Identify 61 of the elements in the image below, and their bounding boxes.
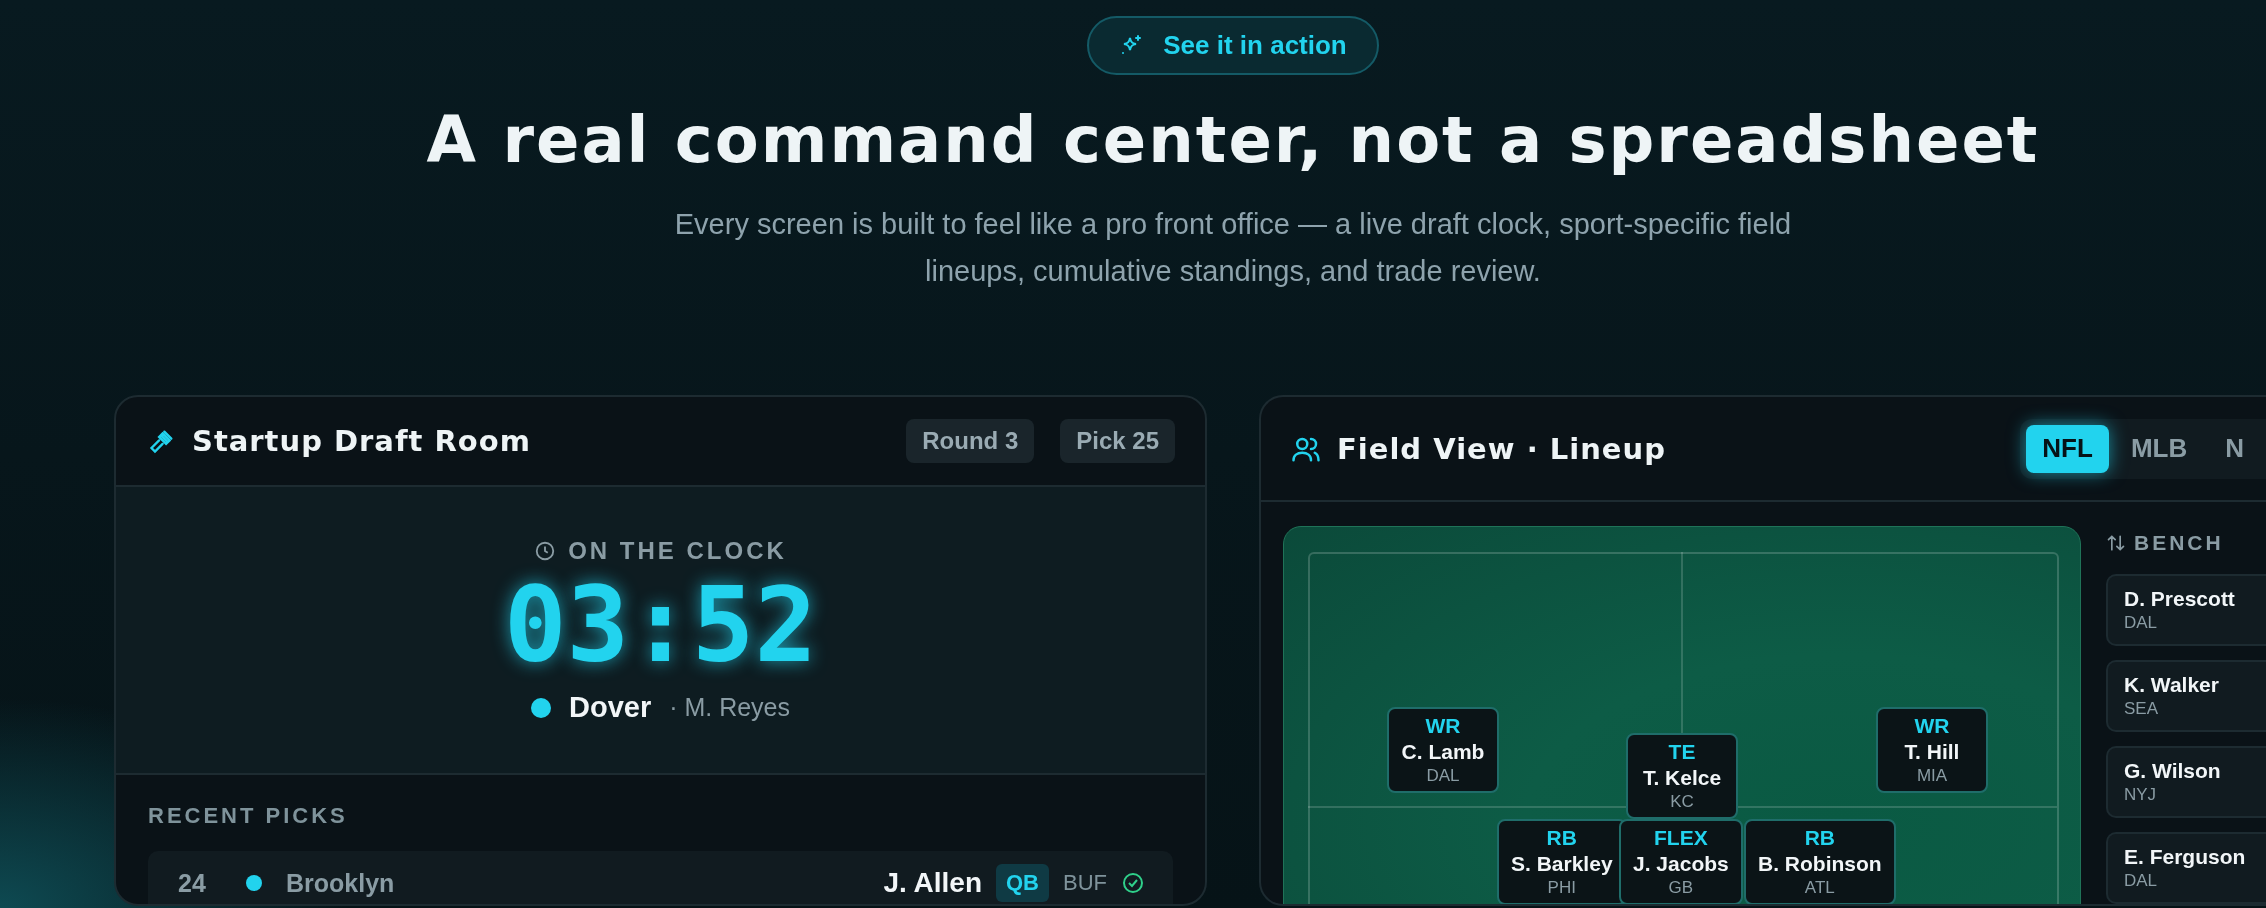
page-subheading: Every screen is built to feel like a pro front office — a live draft clock, sport-specific field lineups, cumulative standings, and trade review. [673,207,1793,290]
player-name: T. Hill [1904,739,1960,766]
position-badge: QB [996,864,1049,903]
team-name: Brooklyn [286,868,395,898]
bench-card[interactable]: K. Walker SEA [2106,660,2266,733]
manager-name: · M. Reyes [669,693,791,723]
draft-chip: Pick 25 [1060,419,1175,464]
player-card[interactable]: FLEX J. Jacobs GB [1619,819,1743,905]
player-name: J. Jacobs [1633,851,1729,878]
team-dot [246,875,262,892]
sport-tab[interactable]: MLB [2114,424,2204,473]
player-name: E. Ferguson [2124,844,2247,871]
see-it-in-action-button[interactable]: See it in action [1087,16,1379,75]
player-name: J. Allen [883,867,982,900]
sort-arrows-icon [2106,533,2126,554]
position-label: RB [1546,825,1577,852]
pro-team: BUF [1063,870,1107,897]
player-card[interactable]: WR C. Lamb DAL [1387,707,1499,794]
check-circle-icon [1121,871,1145,896]
team-name: Dover [568,691,652,725]
team-abbr: DAL [2124,870,2159,893]
player-name: G. Wilson [2124,758,2222,785]
team-dot [530,697,551,718]
card-title: Startup Draft Room [192,424,532,459]
player-name: D. Prescott [2124,586,2236,613]
page-heading: A real command center, not a spreadsheet [426,105,2040,176]
bench-card[interactable]: D. Prescott DAL [2106,574,2266,647]
team-abbr: ATL [1804,877,1835,900]
pick-number: 24 [178,868,207,898]
position-label: FLEX [1654,825,1708,852]
team-abbr: DAL [1426,765,1460,788]
player-card[interactable]: RB B. Robinson ATL [1744,819,1896,905]
bench-card[interactable]: G. Wilson NYJ [2106,746,2266,819]
player-name: C. Lamb [1401,739,1485,766]
position-label: TE [1668,739,1696,766]
sport-tab[interactable]: NFL [2026,424,2109,473]
player-name: T. Kelce [1642,765,1722,792]
player-name: K. Walker [2124,672,2220,699]
bench-label: BENCH [2134,531,2224,556]
player-card[interactable]: WR T. Hill MIA [1876,707,1988,794]
player-name: B. Robinson [1758,851,1882,878]
draft-chip: Round 3 [906,419,1035,464]
position-label: RB [1804,825,1835,852]
player-card[interactable]: TE T. Kelce KC [1626,733,1738,820]
clock-icon [534,540,557,563]
team-abbr: MIA [1916,765,1948,788]
team-abbr: PHI [1547,877,1576,900]
countdown-timer: 03:52 [503,573,818,678]
team-abbr: NYJ [2124,784,2158,807]
team-abbr: GB [1668,877,1694,900]
clock-label: ON THE CLOCK [568,537,787,566]
card-title: Field View · Lineup [1337,431,1667,466]
position-label: WR [1914,713,1950,740]
team-abbr: DAL [2124,612,2159,635]
player-name: S. Barkley [1511,851,1613,878]
team-abbr: KC [1670,791,1694,814]
sport-tab[interactable]: N [2209,424,2260,473]
bench-card[interactable]: E. Ferguson DAL [2106,832,2266,905]
section-label: RECENT PICKS [148,803,349,830]
team-abbr: SEA [2124,698,2160,721]
position-label: WR [1425,713,1461,740]
